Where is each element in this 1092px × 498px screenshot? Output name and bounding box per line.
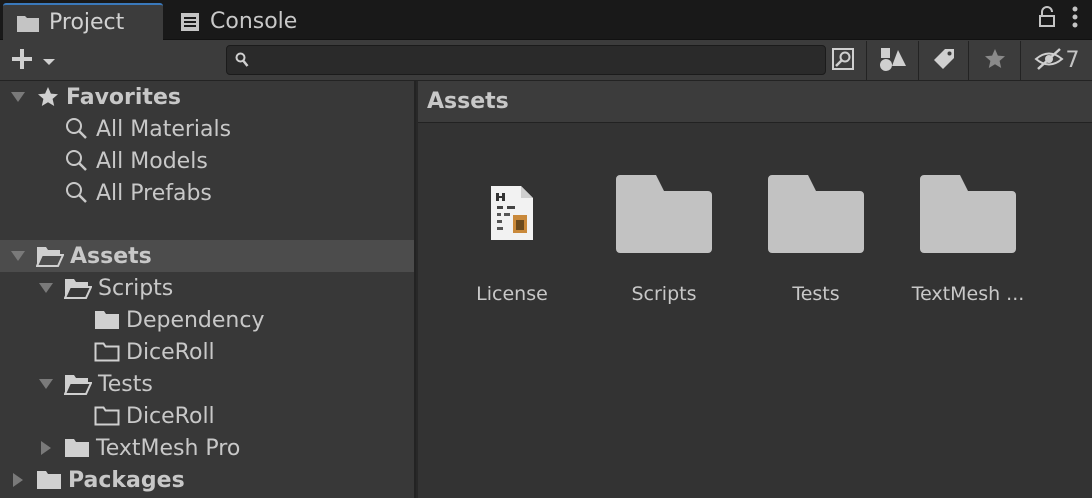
tree-label: All Prefabs xyxy=(96,180,212,206)
tab-label: Project xyxy=(49,10,125,35)
empty-folder-icon xyxy=(94,342,120,362)
breadcrumb: Assets xyxy=(418,81,1092,123)
tree-item-packages[interactable]: Packages xyxy=(0,464,414,496)
folder-icon xyxy=(36,470,62,490)
project-tree-panel: Favorites All Materials All Models All P… xyxy=(0,81,416,498)
tree-label: Favorites xyxy=(66,84,181,110)
folder-icon xyxy=(918,171,1018,255)
lock-icon[interactable] xyxy=(1038,6,1056,32)
tree-label: All Models xyxy=(96,148,208,174)
search-icon xyxy=(64,116,90,142)
asset-browser-panel: Assets License Scripts Tests TextMesh ..… xyxy=(418,81,1092,498)
console-icon xyxy=(180,12,200,32)
asset-name: Scripts xyxy=(631,283,697,305)
search-icon xyxy=(64,148,90,174)
asset-name: License xyxy=(476,283,548,305)
tab-label: Console xyxy=(210,9,298,34)
search-box[interactable] xyxy=(226,45,826,75)
asset-name: TextMesh ... xyxy=(911,283,1025,305)
tree-item-textmesh-pro[interactable]: TextMesh Pro xyxy=(0,432,414,464)
hidden-count: 7 xyxy=(1065,48,1080,73)
star-icon xyxy=(983,47,1007,75)
tree-item-all-materials[interactable]: All Materials xyxy=(0,113,414,145)
expanded-triangle-icon[interactable] xyxy=(38,378,54,390)
eye-hidden-icon xyxy=(1033,47,1064,75)
tag-icon xyxy=(932,47,956,75)
tree-item-dependency[interactable]: Dependency xyxy=(0,304,414,336)
collapsed-triangle-icon[interactable] xyxy=(10,472,26,488)
tree-item-diceroll-tests[interactable]: DiceRoll xyxy=(0,400,414,432)
expanded-triangle-icon[interactable] xyxy=(10,250,26,262)
tree-item-assets[interactable]: Assets xyxy=(0,240,414,272)
asset-name: Tests xyxy=(792,283,840,305)
folder-icon xyxy=(94,310,120,330)
folder-icon xyxy=(766,171,866,255)
tree-item-all-prefabs[interactable]: All Prefabs xyxy=(0,177,414,209)
tree-label: DiceRoll xyxy=(126,339,215,365)
filter-by-type-button[interactable] xyxy=(866,41,918,80)
empty-folder-icon xyxy=(94,406,120,426)
tree-item-scripts[interactable]: Scripts xyxy=(0,272,414,304)
tree-label: Scripts xyxy=(98,275,174,301)
tree-label: Packages xyxy=(68,467,185,493)
folder-icon xyxy=(614,171,714,255)
expanded-triangle-icon[interactable] xyxy=(38,282,54,294)
tree-item-favorites[interactable]: Favorites xyxy=(0,81,414,113)
project-toolbar: 7 xyxy=(0,40,1092,81)
breadcrumb-assets[interactable]: Assets xyxy=(427,89,509,114)
asset-item-scripts[interactable]: Scripts xyxy=(594,171,734,311)
search-icon xyxy=(235,52,249,72)
tree-label: Dependency xyxy=(126,307,265,333)
tree-item-all-models[interactable]: All Models xyxy=(0,145,414,177)
folder-open-icon xyxy=(64,277,92,299)
search-icon xyxy=(64,180,90,206)
add-dropdown-button[interactable] xyxy=(10,47,68,75)
tree-item-tests[interactable]: Tests xyxy=(0,368,414,400)
save-search-button[interactable] xyxy=(968,41,1020,80)
star-icon xyxy=(36,85,60,109)
folder-icon xyxy=(17,14,39,32)
expanded-triangle-icon[interactable] xyxy=(10,91,26,103)
collapsed-triangle-icon[interactable] xyxy=(38,440,54,456)
folder-open-icon xyxy=(36,245,64,267)
folder-icon xyxy=(64,438,90,458)
filter-by-label-button[interactable] xyxy=(918,41,968,80)
plus-icon xyxy=(10,47,34,75)
tree-label: All Materials xyxy=(96,116,232,142)
tab-project[interactable]: Project xyxy=(3,3,163,40)
folder-open-icon xyxy=(64,373,92,395)
tree-item-diceroll-scripts[interactable]: DiceRoll xyxy=(0,336,414,368)
text-asset-icon xyxy=(462,171,562,255)
asset-item-license[interactable]: License xyxy=(442,171,582,311)
hidden-packages-button[interactable]: 7 xyxy=(1020,41,1092,80)
tree-label: DiceRoll xyxy=(126,403,215,429)
tree-label: TextMesh Pro xyxy=(96,435,241,461)
tree-label: Tests xyxy=(98,371,153,397)
chevron-down-icon xyxy=(42,52,56,71)
shapes-icon xyxy=(879,46,907,76)
tab-console[interactable]: Console xyxy=(166,3,326,40)
asset-item-textmesh-pro[interactable]: TextMesh ... xyxy=(898,171,1038,311)
tree-label: Assets xyxy=(70,243,152,269)
asset-item-tests[interactable]: Tests xyxy=(746,171,886,311)
search-by-type-button[interactable] xyxy=(826,41,860,80)
window-tab-bar: Project Console xyxy=(0,0,1092,40)
search-input[interactable] xyxy=(257,48,817,72)
search-scope-icon xyxy=(831,47,855,75)
more-options-icon[interactable] xyxy=(1072,6,1078,32)
